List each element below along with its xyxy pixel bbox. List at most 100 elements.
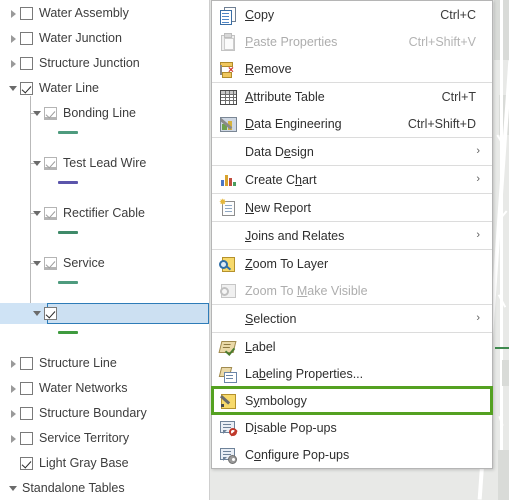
contents-pane[interactable]: Water Assembly Water Junction Structure Ju… <box>0 0 210 500</box>
layer-visibility-checkbox[interactable] <box>44 207 57 220</box>
toc-layer-label: Bonding Line <box>63 106 136 120</box>
layer-visibility-checkbox[interactable] <box>44 107 57 120</box>
menu-item-label: New Report <box>245 200 312 215</box>
menu-item-label: Zoom To Make Visible <box>245 283 368 298</box>
chevron-right-icon[interactable] <box>8 378 20 399</box>
menu-item-symbology[interactable]: Symbology <box>211 386 493 415</box>
layer-visibility-checkbox[interactable] <box>44 307 57 320</box>
toc-layer-label: Service Territory <box>39 431 130 445</box>
toc-layer-label: Water Networks <box>39 381 128 395</box>
menu-item-label: Data Engineering <box>245 116 342 131</box>
layer-visibility-checkbox[interactable] <box>20 32 33 45</box>
toc-layer-row[interactable]: Water Junction <box>0 28 209 49</box>
menu-item-remove[interactable]: × Remove <box>212 55 492 82</box>
menu-item-label: Joins and Relates <box>245 228 345 243</box>
row-indent-spacer <box>0 28 8 49</box>
chevron-right-icon[interactable] <box>8 53 20 74</box>
chevron-right-icon[interactable] <box>8 28 20 49</box>
chevron-right-icon: › <box>476 173 480 185</box>
menu-item-copy[interactable]: Copy Ctrl+C <box>212 1 492 28</box>
toc-layer-label: Water Assembly <box>39 6 129 20</box>
label-icon <box>218 337 240 357</box>
chevron-down-icon[interactable] <box>8 478 20 499</box>
chevron-right-icon: › <box>476 145 480 157</box>
layer-visibility-checkbox[interactable] <box>20 432 33 445</box>
menu-item-label: Zoom To Layer <box>245 256 329 271</box>
chevron-right-icon: › <box>476 229 480 241</box>
chevron-right-icon[interactable] <box>8 428 20 449</box>
layer-symbol-swatch <box>58 181 78 184</box>
layer-context-menu[interactable]: Copy Ctrl+C Paste Properties Ctrl+Shift+V × R… <box>211 0 493 469</box>
chevron-right-icon[interactable] <box>8 3 20 24</box>
toc-layer-row[interactable]: Rectifier Cable <box>0 203 209 224</box>
chevron-down-icon[interactable] <box>32 253 44 274</box>
toc-layer-row[interactable]: Water Networks <box>0 378 209 399</box>
menu-item-new-report[interactable]: ✸ New Report <box>212 194 492 221</box>
toc-layer-label: Service <box>63 256 105 270</box>
toc-layer-row[interactable]: Test Lead Wire <box>0 153 209 174</box>
toc-layer-row[interactable]: Water Assembly <box>0 3 209 24</box>
chevron-down-icon[interactable] <box>32 303 44 324</box>
menu-item-label: Paste Properties <box>245 34 338 49</box>
menu-item-disable-pop-ups[interactable]: Disable Pop-ups <box>212 414 492 441</box>
symbology-icon <box>218 391 240 411</box>
chevron-right-icon[interactable] <box>8 353 20 374</box>
row-indent-spacer <box>0 153 32 174</box>
row-indent-spacer <box>0 403 8 424</box>
toc-layer-label: Structure Boundary <box>39 406 147 420</box>
toc-layer-row[interactable]: Water Main <box>0 303 209 324</box>
new-report-icon: ✸ <box>218 197 240 218</box>
data-engineering-icon <box>218 114 240 134</box>
menu-item-zoom-to-layer[interactable]: Zoom To Layer <box>212 250 492 277</box>
toc-layer-row[interactable]: Bonding Line <box>0 103 209 124</box>
layer-visibility-checkbox[interactable] <box>20 382 33 395</box>
layer-symbol-swatch <box>58 231 78 234</box>
menu-item-attribute-table[interactable]: Attribute Table Ctrl+T <box>212 83 492 110</box>
layer-visibility-checkbox[interactable] <box>20 407 33 420</box>
menu-item-label: Configure Pop-ups <box>245 447 350 462</box>
menu-item-labeling-properties[interactable]: Labeling Properties... <box>212 360 492 387</box>
layer-visibility-checkbox[interactable] <box>20 82 33 95</box>
toc-layer-row[interactable]: Service <box>0 253 209 274</box>
chevron-down-icon[interactable] <box>32 203 44 224</box>
zoom-to-layer-icon <box>218 254 240 274</box>
chevron-down-icon[interactable] <box>32 103 44 124</box>
chevron-right-icon: › <box>476 312 480 324</box>
chevron-down-icon[interactable] <box>8 78 20 99</box>
configure-popups-icon <box>218 445 240 465</box>
toc-layer-row[interactable]: Structure Boundary <box>0 403 209 424</box>
layer-visibility-checkbox[interactable] <box>20 357 33 370</box>
menu-item-selection[interactable]: Selection › <box>212 305 492 332</box>
layer-visibility-checkbox[interactable] <box>44 157 57 170</box>
layer-symbol-swatch <box>58 331 78 334</box>
layer-visibility-checkbox[interactable] <box>44 257 57 270</box>
layer-visibility-checkbox[interactable] <box>20 7 33 20</box>
row-indent-spacer <box>0 78 8 99</box>
toc-layer-row[interactable]: Standalone Tables <box>0 478 209 499</box>
toc-layer-row[interactable]: Light Gray Base <box>0 453 209 474</box>
toc-layer-row[interactable]: Structure Junction <box>0 53 209 74</box>
menu-item-data-engineering[interactable]: Data Engineering Ctrl+Shift+D <box>212 110 492 137</box>
toc-layer-row[interactable]: Structure Line <box>0 353 209 374</box>
menu-item-label: Label <box>245 339 276 354</box>
row-indent-spacer <box>0 428 8 449</box>
toc-layer-row[interactable]: Water Line <box>0 78 209 99</box>
row-indent-spacer <box>0 303 32 324</box>
toc-layer-row[interactable]: Service Territory <box>0 428 209 449</box>
layer-visibility-checkbox[interactable] <box>20 457 33 470</box>
chevron-right-icon[interactable] <box>8 403 20 424</box>
zoom-make-visible-icon <box>218 281 240 301</box>
disable-popups-icon <box>218 418 240 438</box>
remove-icon: × <box>218 59 240 79</box>
menu-item-create-chart[interactable]: Create Chart › <box>212 166 492 193</box>
chevron-down-icon[interactable] <box>32 153 44 174</box>
menu-item-configure-pop-ups[interactable]: Configure Pop-ups <box>212 441 492 468</box>
row-indent-spacer <box>0 378 8 399</box>
toc-layer-label: Rectifier Cable <box>63 206 145 220</box>
row-indent-spacer <box>0 203 32 224</box>
menu-item-data-design[interactable]: Data Design › <box>212 138 492 165</box>
menu-item-label[interactable]: Label <box>212 333 492 360</box>
row-indent-spacer <box>0 353 8 374</box>
layer-visibility-checkbox[interactable] <box>20 57 33 70</box>
menu-item-joins-and-relates[interactable]: Joins and Relates › <box>212 222 492 249</box>
